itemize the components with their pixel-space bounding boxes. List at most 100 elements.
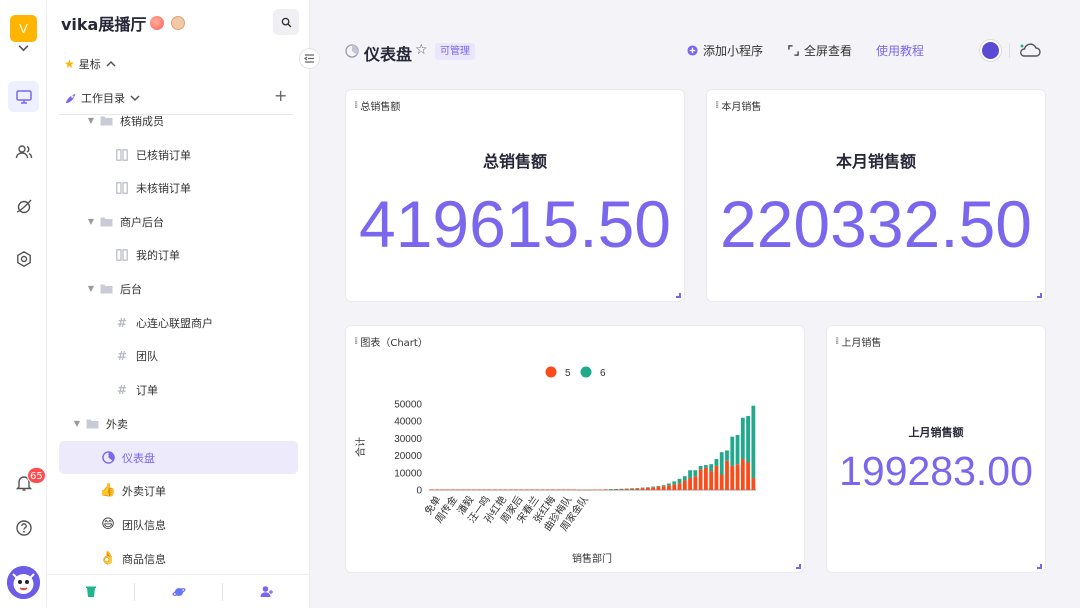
planet-button[interactable]: [134, 582, 222, 601]
templates-icon[interactable]: [8, 190, 39, 221]
bar-segment: [667, 483, 671, 486]
bar-segment: [503, 489, 508, 490]
bar-segment: [703, 465, 708, 468]
resize-handle[interactable]: [796, 564, 801, 569]
workbench-icon[interactable]: [8, 81, 39, 112]
bar-segment: [645, 487, 650, 488]
stat-label: 本月销售额: [835, 152, 916, 171]
gallery-icon: [113, 248, 131, 261]
add-node-button[interactable]: +: [274, 88, 287, 104]
bar-segment: [619, 488, 624, 490]
clock-icon: [171, 16, 186, 30]
collaborator-avatar[interactable]: [980, 40, 1001, 61]
legend-label: 5: [565, 368, 571, 379]
widget-month-sales[interactable]: ⁞⁞ 本月销售 本月销售额 220332.50: [706, 89, 1046, 302]
bar-segment: [572, 489, 576, 490]
emoji-icon: 😄: [101, 517, 115, 532]
sidebar-item[interactable]: 仪表盘: [59, 441, 298, 474]
sidebar-item[interactable]: 👌 商品信息: [59, 542, 298, 575]
bar-segment: [445, 489, 450, 490]
caret-down-icon[interactable]: ▼: [71, 419, 83, 428]
starred-section[interactable]: ★ 星标: [64, 56, 117, 72]
sidebar-item[interactable]: 已核销订单: [59, 138, 298, 171]
cloud-icon[interactable]: [1018, 40, 1042, 60]
y-tick-label: 30000: [394, 434, 422, 445]
sidebar-item-label: 后台: [120, 282, 142, 296]
bar-segment: [735, 464, 740, 490]
sidebar-item[interactable]: ▼ 核销成员: [59, 104, 298, 137]
add-widget-button[interactable]: 添加小程序: [687, 42, 763, 59]
sidebar-item[interactable]: # 订单: [59, 373, 298, 406]
caret-down-icon[interactable]: ▼: [85, 217, 97, 226]
sidebar-item-label: 心连心联盟商户: [136, 316, 213, 330]
resize-handle[interactable]: [1037, 564, 1042, 569]
trash-icon: [85, 586, 96, 597]
bar-segment: [703, 467, 708, 490]
drag-handle-icon[interactable]: ⁞⁞: [354, 100, 359, 111]
sidebar-item[interactable]: 未核销订单: [59, 171, 298, 204]
resize-handle[interactable]: [676, 293, 681, 298]
collapse-sidebar-button[interactable]: [299, 48, 320, 69]
widget-title[interactable]: ⁞⁞ 上月销售: [835, 334, 881, 349]
folder-icon: [97, 283, 115, 294]
help-icon[interactable]: [8, 512, 39, 543]
workspace-title[interactable]: vika展播厅: [61, 11, 186, 35]
gallery-icon: [113, 181, 131, 194]
notification-badge: 65: [27, 467, 46, 484]
bar-segment: [651, 487, 656, 490]
sidebar-item[interactable]: ▼ 后台: [59, 272, 298, 305]
bar-segment: [508, 489, 513, 490]
search-button[interactable]: [273, 9, 299, 35]
bar-segment: [556, 489, 561, 490]
bar-segment: [551, 489, 555, 490]
resize-handle[interactable]: [1037, 293, 1042, 298]
chevron-down-icon[interactable]: [17, 43, 30, 53]
settings-icon[interactable]: [8, 243, 39, 274]
sidebar-item[interactable]: # 心连心联盟商户: [59, 306, 298, 339]
bar-segment: [493, 489, 497, 490]
widget-total-sales[interactable]: ⁞⁞ 总销售额 总销售额 419615.50: [345, 89, 685, 302]
invite-button[interactable]: [222, 582, 310, 601]
caret-down-icon[interactable]: ▼: [85, 284, 97, 293]
legend-label: 6: [600, 368, 606, 379]
fullscreen-button[interactable]: 全屏查看: [788, 42, 852, 59]
sidebar-item[interactable]: # 团队: [59, 339, 298, 372]
bar-segment: [450, 489, 455, 490]
drag-handle-icon[interactable]: ⁞⁞: [715, 100, 720, 111]
peach-icon: [150, 16, 165, 30]
sidebar-item-label: 我的订单: [136, 248, 180, 262]
bar-segment: [630, 488, 634, 489]
bar-segment: [429, 489, 434, 490]
drag-handle-icon[interactable]: ⁞⁞: [835, 336, 840, 347]
widget-last-month-sales[interactable]: ⁞⁞ 上月销售 上月销售额 199283.00: [826, 325, 1046, 573]
sidebar-item[interactable]: 😄 团队信息: [59, 508, 298, 541]
user-avatar[interactable]: [7, 566, 40, 599]
workspace-avatar[interactable]: V: [10, 15, 37, 42]
sidebar-item[interactable]: 我的订单: [59, 238, 298, 271]
widget-title[interactable]: ⁞⁞ 总销售额: [354, 98, 400, 113]
bar-segment: [677, 483, 682, 490]
sidebar-item[interactable]: ▼ 商户后台: [59, 205, 298, 238]
caret-down-icon[interactable]: ▼: [85, 116, 97, 125]
sidebar-bottom-bar: [47, 574, 310, 608]
bar-segment: [535, 489, 540, 490]
y-tick-label: 20000: [394, 451, 422, 462]
bar-segment: [461, 489, 466, 490]
sidebar-item[interactable]: ▼ 外卖: [59, 407, 298, 440]
bar-segment: [714, 465, 719, 490]
bar-segment: [693, 476, 698, 490]
sidebar-item-label: 团队: [136, 349, 158, 363]
members-icon[interactable]: [8, 136, 39, 167]
trash-button[interactable]: [47, 583, 134, 601]
tutorial-link[interactable]: 使用教程: [876, 42, 924, 59]
plus-circle-icon: [687, 45, 698, 56]
widget-chart[interactable]: ⁞⁞ 图表（Chart） 5 6 0 10000 20000 30000 40000 50000…: [345, 325, 805, 573]
legend-marker: [580, 366, 592, 378]
y-axis-label: 合计: [354, 437, 367, 457]
datasheet-icon: #: [116, 382, 128, 397]
bar-segment: [456, 489, 460, 490]
widget-title[interactable]: ⁞⁞ 本月销售: [715, 98, 761, 113]
star-outline-icon[interactable]: ☆: [415, 42, 428, 58]
bar-segment: [740, 459, 745, 490]
sidebar-item[interactable]: 👍 外卖订单: [59, 474, 298, 507]
